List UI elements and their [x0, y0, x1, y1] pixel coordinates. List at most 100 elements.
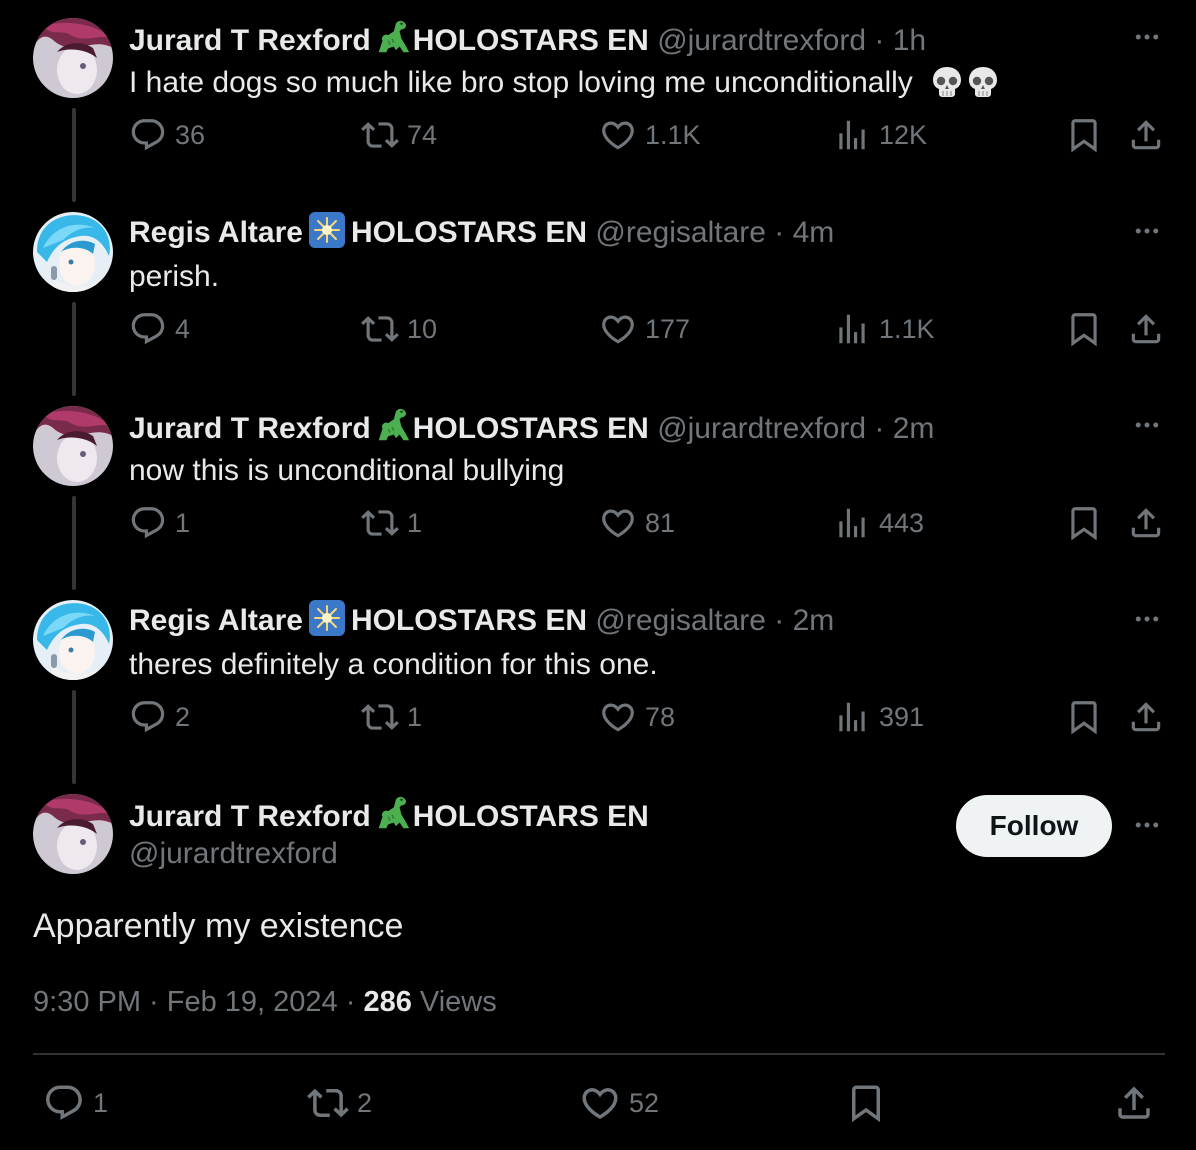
- like-button[interactable]: 177: [599, 310, 690, 348]
- display-name[interactable]: Jurard T Rexford: [129, 24, 371, 57]
- thread-reply[interactable]: Jurard T Rexford HOLOSTARS EN @jurardtrex…: [0, 0, 1196, 194]
- retweet-button[interactable]: 2: [307, 1082, 372, 1124]
- handle[interactable]: @regisaltare: [595, 216, 766, 249]
- like-button[interactable]: 52: [579, 1082, 659, 1124]
- tweet-actions: 4 10 177 1.1K: [129, 302, 1169, 358]
- avatar[interactable]: [33, 212, 113, 292]
- avatar[interactable]: [33, 600, 113, 680]
- skull-icon: [965, 64, 1001, 100]
- reply-button[interactable]: 1: [43, 1082, 108, 1124]
- share-icon[interactable]: [1113, 1082, 1155, 1124]
- heart-icon: [599, 116, 637, 154]
- tweet-header: Jurard T Rexford HOLOSTARS EN @jurardtrex…: [129, 18, 926, 61]
- views-button[interactable]: 12K: [833, 116, 927, 154]
- views-button[interactable]: 443: [833, 504, 924, 542]
- handle[interactable]: @jurardtrexford: [657, 24, 866, 57]
- avatar[interactable]: [33, 794, 113, 874]
- heart-icon: [599, 504, 637, 542]
- post-timestamp[interactable]: 9:30 PM · Feb 19, 2024 ·: [33, 986, 355, 1018]
- more-options-icon[interactable]: [1128, 22, 1166, 52]
- retweet-count: 74: [407, 119, 438, 150]
- timestamp[interactable]: · 2m: [774, 604, 834, 637]
- handle[interactable]: @jurardtrexford: [129, 834, 338, 874]
- tweet-text: perish.: [129, 260, 220, 293]
- retweet-icon: [307, 1082, 349, 1124]
- bookmark-icon[interactable]: [845, 1082, 887, 1124]
- bookmark-icon[interactable]: [1065, 504, 1103, 542]
- display-name[interactable]: Regis Altare: [129, 604, 303, 637]
- share-icon[interactable]: [1127, 310, 1165, 348]
- views-icon: [833, 310, 871, 348]
- share-icon[interactable]: [1127, 116, 1165, 154]
- share-icon[interactable]: [1127, 698, 1165, 736]
- thread-reply[interactable]: Jurard T Rexford HOLOSTARS EN @jurardtrex…: [0, 388, 1196, 582]
- more-options-icon[interactable]: [1128, 410, 1166, 440]
- thread-reply[interactable]: Regis Altare HOLOSTARS EN @regisaltare · …: [0, 194, 1196, 388]
- handle[interactable]: @jurardtrexford: [657, 412, 866, 445]
- tweet-actions: 1 1 81 443: [129, 496, 1169, 552]
- views-button[interactable]: 1.1K: [833, 310, 935, 348]
- like-button[interactable]: 1.1K: [599, 116, 701, 154]
- more-options-icon[interactable]: [1128, 216, 1166, 246]
- sparkle-emblem-icon: [309, 212, 345, 248]
- tweet-actions: 36 74 1.1K 12K: [129, 108, 1169, 164]
- retweet-count: 2: [357, 1087, 373, 1118]
- reply-icon: [129, 698, 167, 736]
- like-count: 1.1K: [645, 119, 701, 150]
- timestamp[interactable]: · 4m: [774, 216, 834, 249]
- tweet-text: theres definitely a condition for this o…: [129, 648, 658, 681]
- tweet-header: Jurard T Rexford HOLOSTARS EN @jurardtrex…: [129, 406, 934, 449]
- more-options-icon[interactable]: [1128, 810, 1166, 840]
- bookmark-icon[interactable]: [1065, 116, 1103, 154]
- views-icon: [833, 504, 871, 542]
- reply-button[interactable]: 1: [129, 504, 190, 542]
- tweet-text-content: I hate dogs so much like bro stop loving…: [129, 66, 913, 99]
- view-count: 1.1K: [879, 313, 935, 344]
- retweet-icon: [361, 504, 399, 542]
- timestamp[interactable]: · 1h: [874, 24, 926, 57]
- tweet-metadata: 9:30 PM · Feb 19, 2024 · 286 Views: [33, 982, 497, 1022]
- like-button[interactable]: 78: [599, 698, 675, 736]
- display-name[interactable]: Jurard T Rexford: [129, 412, 371, 445]
- sparkle-emblem-icon: [309, 600, 345, 636]
- retweet-button[interactable]: 1: [361, 698, 422, 736]
- view-count: 391: [879, 701, 925, 732]
- reply-count: 36: [175, 119, 206, 150]
- views-button[interactable]: 391: [833, 698, 924, 736]
- more-options-icon[interactable]: [1128, 604, 1166, 634]
- like-button[interactable]: 81: [599, 504, 675, 542]
- thread-reply[interactable]: Regis Altare HOLOSTARS EN @regisaltare · …: [0, 582, 1196, 776]
- display-name[interactable]: Regis Altare: [129, 216, 303, 249]
- retweet-button[interactable]: 74: [361, 116, 437, 154]
- share-icon[interactable]: [1127, 504, 1165, 542]
- main-tweet-text: Apparently my existence: [33, 907, 404, 945]
- retweet-button[interactable]: 1: [361, 504, 422, 542]
- bookmark-icon[interactable]: [1065, 310, 1103, 348]
- reply-button[interactable]: 4: [129, 310, 190, 348]
- tweet-text: I hate dogs so much like bro stop loving…: [129, 62, 1001, 104]
- dinosaur-icon: [373, 406, 411, 444]
- retweet-icon: [361, 698, 399, 736]
- skull-icon: [929, 64, 965, 100]
- avatar[interactable]: [33, 406, 113, 486]
- retweet-icon: [361, 116, 399, 154]
- view-count: 12K: [879, 119, 928, 150]
- heart-icon: [579, 1082, 621, 1124]
- affiliation: HOLOSTARS EN: [350, 216, 588, 249]
- display-name[interactable]: Jurard T Rexford: [129, 800, 371, 833]
- retweet-button[interactable]: 10: [361, 310, 437, 348]
- heart-icon: [599, 698, 637, 736]
- tweet-header: Regis Altare HOLOSTARS EN @regisaltare · …: [129, 212, 834, 253]
- reply-button[interactable]: 2: [129, 698, 190, 736]
- follow-button[interactable]: Follow: [956, 795, 1112, 857]
- avatar[interactable]: [33, 18, 113, 98]
- affiliation: HOLOSTARS EN: [412, 24, 649, 57]
- retweet-count: 10: [407, 313, 438, 344]
- handle[interactable]: @regisaltare: [595, 604, 766, 637]
- timestamp[interactable]: · 2m: [874, 412, 934, 445]
- reply-button[interactable]: 36: [129, 116, 205, 154]
- dinosaur-icon: [373, 18, 411, 56]
- affiliation: HOLOSTARS EN: [350, 604, 588, 637]
- reply-icon: [129, 504, 167, 542]
- bookmark-icon[interactable]: [1065, 698, 1103, 736]
